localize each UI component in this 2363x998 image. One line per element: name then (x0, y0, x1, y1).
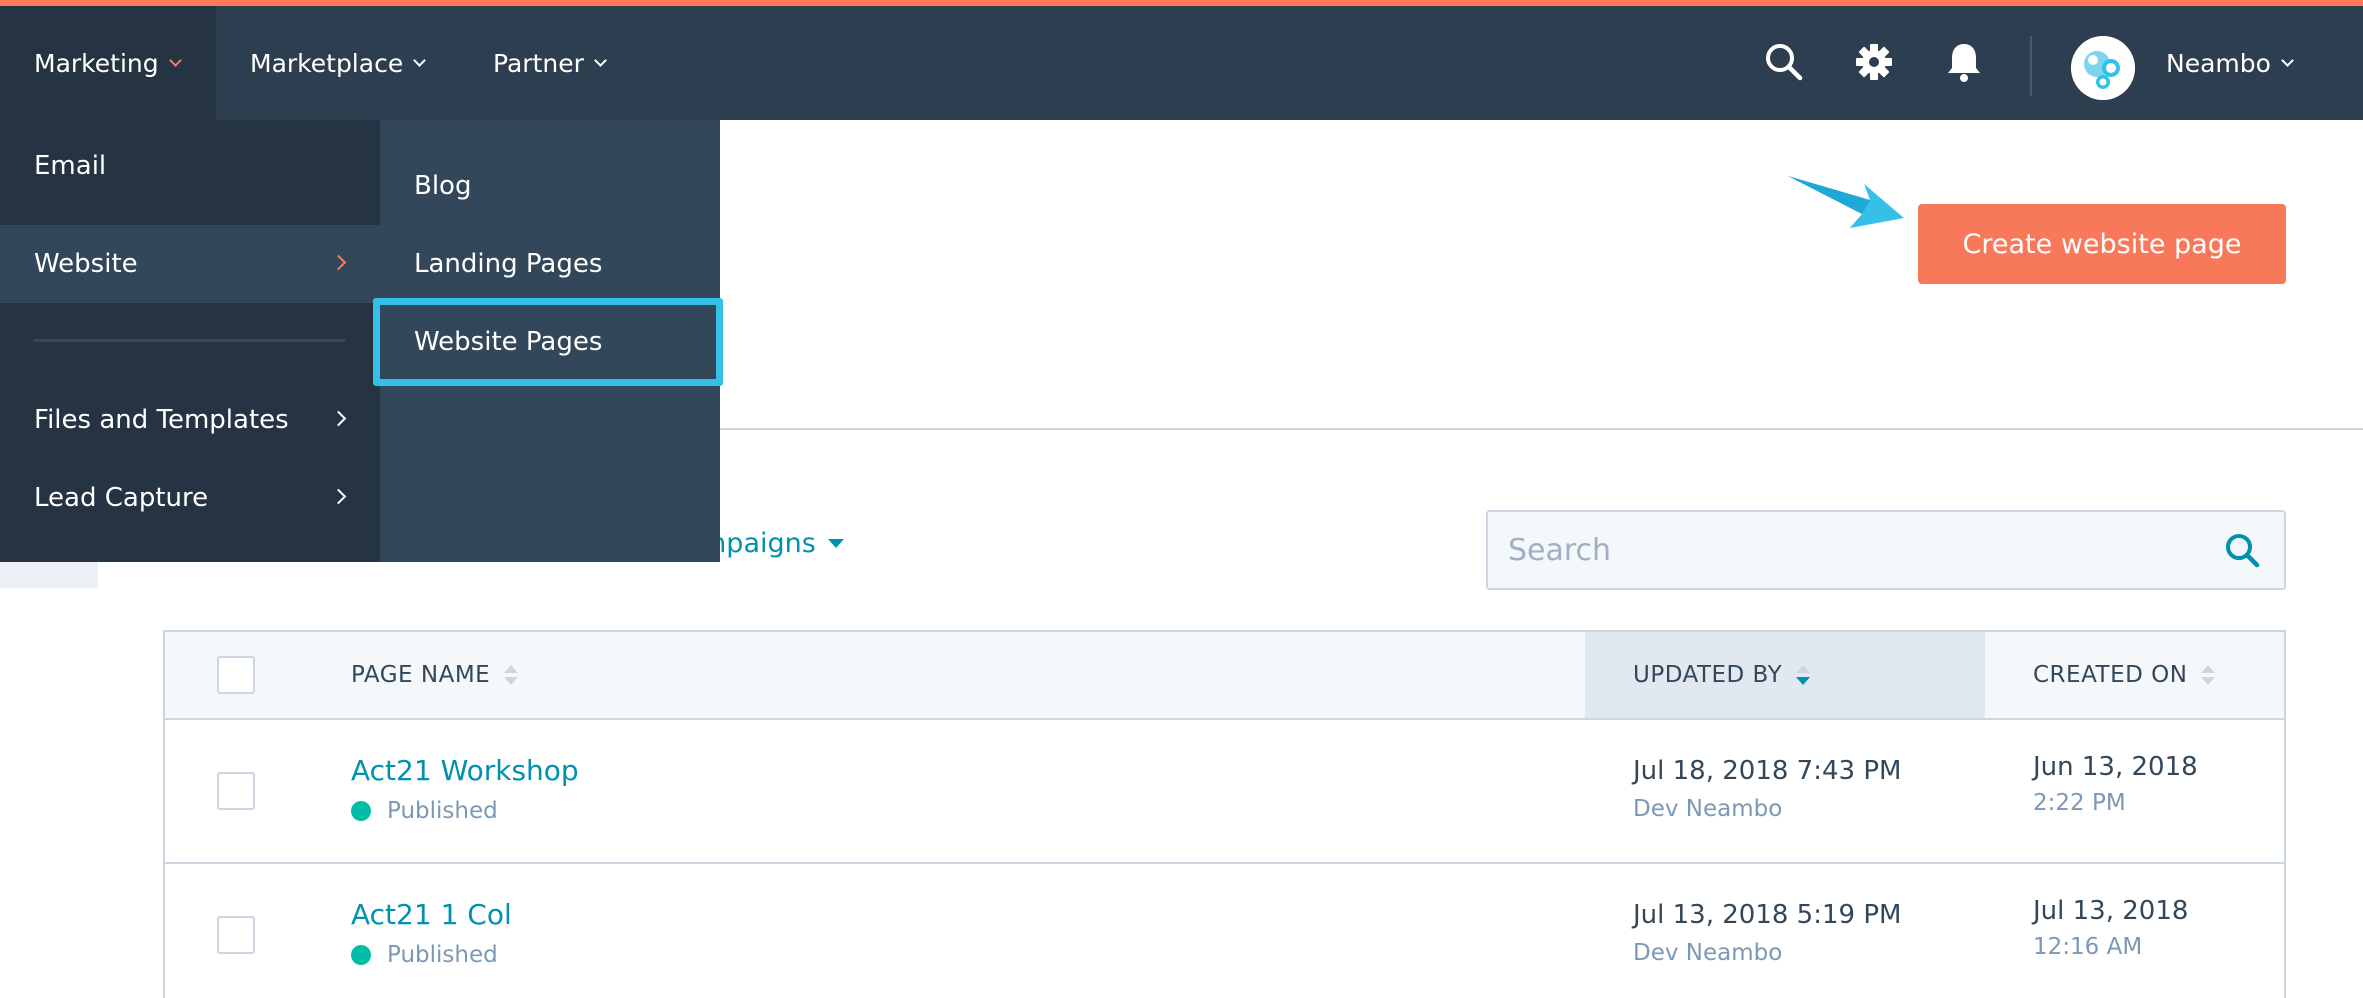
status-badge: Published (351, 942, 498, 968)
menu-item-email[interactable]: Email (0, 127, 380, 205)
nav-partner[interactable]: Partner (493, 6, 607, 120)
select-all-checkbox[interactable] (217, 656, 255, 694)
menu-divider (34, 339, 346, 342)
created-date: Jun 13, 2018 (2033, 752, 2198, 782)
published-dot-icon (351, 801, 371, 821)
table-header: PAGE NAME UPDATED BY CREATED ON (165, 632, 2284, 720)
nav-marketplace[interactable]: Marketplace (250, 6, 427, 120)
gear-icon[interactable] (1852, 40, 1896, 84)
nav-marketplace-label: Marketplace (250, 48, 404, 78)
chevron-down-icon (168, 53, 182, 67)
submenu-item-label: Landing Pages (414, 249, 603, 279)
pointer-arrow-icon (1788, 176, 1904, 228)
sort-icon (2201, 665, 2216, 685)
created-date: Jul 13, 2018 (2033, 896, 2189, 926)
page-name-link[interactable]: Act21 Workshop (351, 754, 579, 787)
chevron-right-icon (330, 488, 347, 505)
highlight-box (373, 298, 723, 386)
status-label: Published (387, 942, 498, 968)
created-time: 2:22 PM (2033, 790, 2126, 816)
updated-by: Dev Neambo (1633, 796, 1783, 822)
user-name-label: Neambo (2166, 48, 2271, 78)
avatar[interactable] (2071, 36, 2135, 100)
submenu-item-blog[interactable]: Blog (380, 147, 720, 225)
nav-marketing[interactable]: Marketing (0, 6, 216, 120)
menu-item-label: Email (34, 151, 107, 181)
table-row: Act21 Workshop Published Jul 18, 2018 7:… (165, 720, 2284, 864)
sort-icon (1796, 665, 1811, 685)
menu-item-label: Lead Capture (34, 483, 209, 513)
updated-date: Jul 13, 2018 5:19 PM (1633, 900, 1902, 930)
chevron-right-icon (330, 254, 347, 271)
updated-date: Jul 18, 2018 7:43 PM (1633, 756, 1902, 786)
menu-item-website[interactable]: Website (0, 225, 380, 303)
status-badge: Published (351, 798, 498, 824)
sort-icon (504, 665, 519, 685)
chevron-down-icon (593, 53, 607, 67)
side-tab (0, 562, 98, 588)
nav-divider (2030, 36, 2032, 96)
chevron-down-icon (2281, 53, 2294, 67)
search-input[interactable] (1508, 512, 2208, 588)
submenu-item-label: Blog (414, 171, 472, 201)
nav-marketing-label: Marketing (34, 48, 159, 78)
table-row: Act21 1 Col Published Jul 13, 2018 5:19 … (165, 864, 2284, 998)
created-time: 12:16 AM (2033, 934, 2143, 960)
avatar-logo-icon (2071, 36, 2135, 100)
submenu-item-landing-pages[interactable]: Landing Pages (380, 225, 720, 303)
column-header-label: CREATED ON (2033, 662, 2188, 688)
chevron-right-icon (330, 410, 347, 427)
create-website-page-button[interactable]: Create website page (1918, 204, 2286, 284)
column-header-updated-by[interactable]: UPDATED BY (1633, 632, 1811, 718)
caret-down-icon (827, 539, 844, 548)
published-dot-icon (351, 945, 371, 965)
top-navigation: Marketing Marketplace Partner Neambo (0, 6, 2363, 120)
chevron-down-icon (413, 53, 427, 67)
menu-item-lead-capture[interactable]: Lead Capture (0, 459, 380, 537)
user-menu[interactable]: Neambo (2166, 6, 2294, 120)
search-box (1486, 510, 2286, 590)
menu-item-label: Website (34, 249, 138, 279)
column-header-label: UPDATED BY (1633, 662, 1783, 688)
page-name-link[interactable]: Act21 1 Col (351, 898, 512, 931)
search-icon[interactable] (1762, 40, 1806, 84)
column-header-page-name[interactable]: PAGE NAME (351, 632, 519, 718)
menu-item-label: Files and Templates (34, 405, 289, 435)
marketing-menu-primary: Email Website Files and Templates Lead C… (0, 120, 380, 562)
pages-table: PAGE NAME UPDATED BY CREATED ON Act21 Wo… (163, 630, 2286, 998)
column-header-label: PAGE NAME (351, 662, 491, 688)
column-header-created-on[interactable]: CREATED ON (2033, 632, 2216, 718)
bell-icon[interactable] (1942, 40, 1986, 84)
status-label: Published (387, 798, 498, 824)
updated-by: Dev Neambo (1633, 940, 1783, 966)
menu-item-files-and-templates[interactable]: Files and Templates (0, 381, 380, 459)
row-checkbox[interactable] (217, 916, 255, 954)
search-icon[interactable] (2222, 530, 2262, 570)
row-checkbox[interactable] (217, 772, 255, 810)
nav-partner-label: Partner (493, 48, 584, 78)
campaigns-filter[interactable]: mpaigns (700, 528, 844, 559)
